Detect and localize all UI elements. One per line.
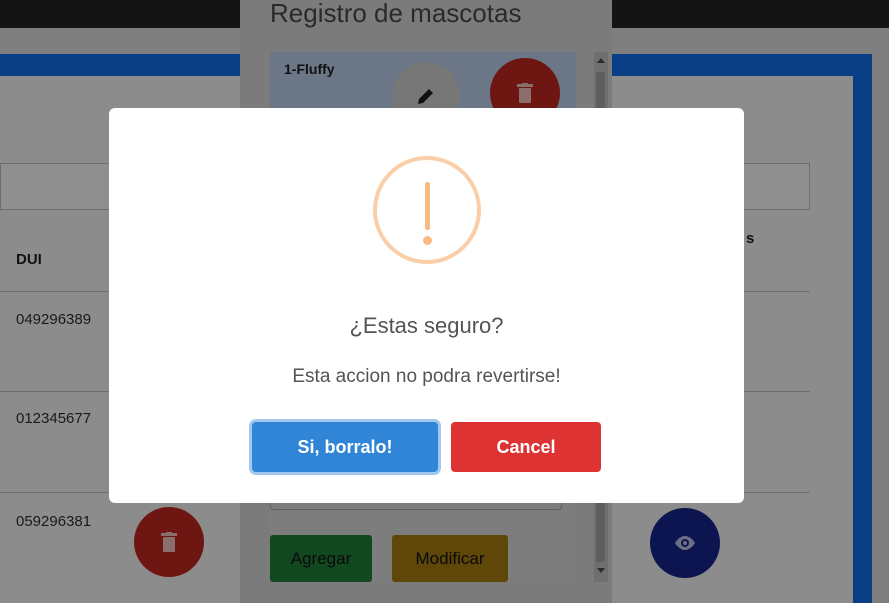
warning-icon-bar: [425, 182, 430, 230]
cancel-button[interactable]: Cancel: [451, 422, 601, 472]
pencil-icon: [418, 89, 433, 104]
delete-owner-button[interactable]: [134, 507, 204, 577]
table-row-dui: 059296381: [16, 513, 92, 530]
dialog-title: ¿Estas seguro?: [349, 313, 504, 338]
warning-icon-dot: [423, 236, 432, 245]
confirm-dialog: ¿Estas seguro? Esta accion no podra reve…: [109, 108, 744, 503]
add-pet-button[interactable]: Agregar: [270, 535, 372, 582]
scroll-down-icon[interactable]: [597, 568, 605, 573]
column-header-dui: DUI: [16, 251, 42, 268]
pet-item-label: 1-Fluffy: [284, 61, 335, 77]
trash-icon: [517, 83, 533, 103]
confirm-delete-button[interactable]: Si, borralo!: [252, 422, 438, 472]
dialog-message: Esta accion no podra revertirse!: [292, 366, 561, 387]
view-owner-button[interactable]: [650, 508, 720, 578]
scroll-up-icon[interactable]: [597, 58, 605, 63]
modify-pet-button[interactable]: Modificar: [392, 535, 508, 582]
table-row-dui: 049296389: [16, 311, 92, 328]
column-header-actions: s: [746, 230, 755, 247]
table-row-dui: 012345677: [16, 410, 92, 427]
warning-icon: [373, 156, 481, 264]
eye-icon: [675, 536, 695, 550]
pet-modal-title: Registro de mascotas: [270, 0, 522, 28]
trash-icon: [161, 532, 177, 552]
